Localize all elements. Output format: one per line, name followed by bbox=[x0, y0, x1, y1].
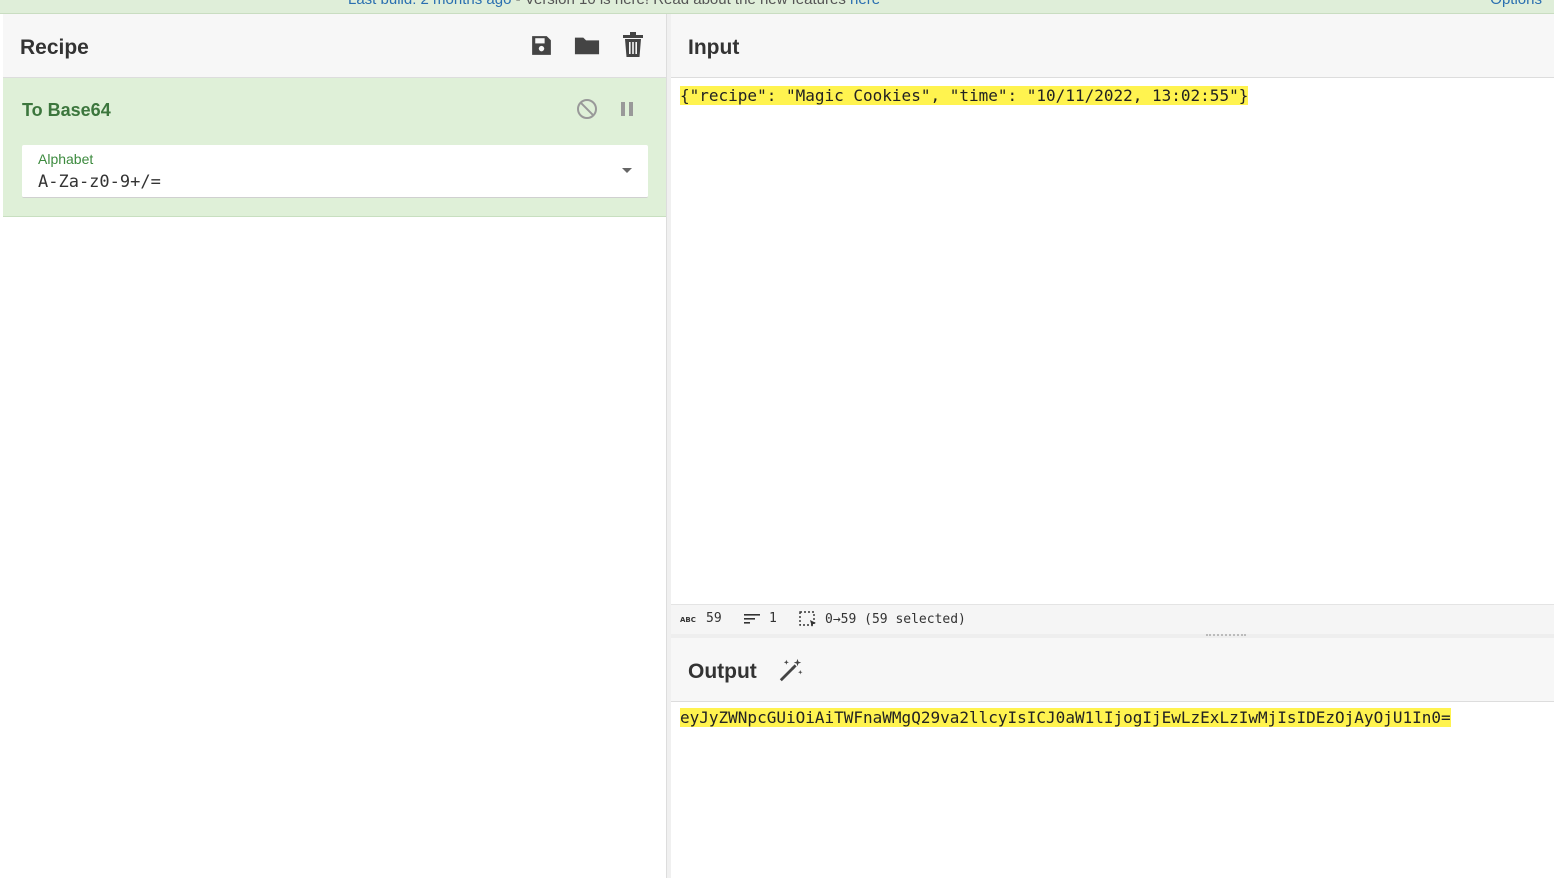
lines-icon bbox=[744, 613, 760, 624]
input-text: {"recipe": "Magic Cookies", "time": "10/… bbox=[680, 86, 1249, 105]
banner-message: Version 10 is here! Read about the new f… bbox=[525, 0, 850, 8]
input-title: Input bbox=[688, 36, 740, 59]
input-header: Input bbox=[671, 14, 1554, 78]
banner-notice: Last build: 2 months ago - Version 10 is… bbox=[348, 0, 880, 8]
build-age-link[interactable]: Last build: 2 months ago bbox=[348, 0, 511, 8]
lines-status: 1 bbox=[743, 611, 777, 626]
recipe-title: Recipe bbox=[20, 36, 89, 59]
operation-to-base64[interactable]: To Base64 Alphabet A-Za-z0-9+/= bbox=[3, 78, 666, 217]
recipe-header: Recipe bbox=[3, 14, 666, 78]
banner-here-link[interactable]: here bbox=[850, 0, 880, 8]
selection-value: 0→59 (59 selected) bbox=[825, 611, 966, 627]
abc-icon: ABC bbox=[680, 616, 696, 624]
alphabet-label: Alphabet bbox=[38, 151, 94, 167]
magic-wand-icon[interactable] bbox=[778, 657, 804, 683]
recipe-actions bbox=[528, 32, 646, 58]
trash-icon[interactable] bbox=[620, 32, 646, 58]
output-title: Output bbox=[688, 660, 757, 683]
pause-icon[interactable] bbox=[614, 96, 640, 122]
output-text: eyJyZWNpcGUiOiAiTWFnaWMgQ29va2llcyIsICJ0… bbox=[680, 708, 1451, 727]
options-link[interactable]: Options bbox=[1490, 0, 1542, 8]
folder-icon[interactable] bbox=[574, 32, 600, 58]
length-value: 59 bbox=[706, 611, 722, 626]
output-pane: Output eyJyZWNpcGUiOiAiTWFnaWMgQ29va2llc… bbox=[671, 638, 1554, 878]
alphabet-value: A-Za-z0-9+/= bbox=[38, 172, 161, 192]
output-header: Output bbox=[671, 638, 1554, 702]
disable-icon[interactable] bbox=[574, 96, 600, 122]
alphabet-select[interactable]: Alphabet A-Za-z0-9+/= bbox=[22, 145, 648, 198]
output-textarea[interactable]: eyJyZWNpcGUiOiAiTWFnaWMgQ29va2llcyIsICJ0… bbox=[680, 708, 1451, 727]
recipe-pane: Recipe To Base64 Alphabet A-Za-z0-9+/= bbox=[3, 14, 667, 878]
length-status: ABC 59 bbox=[680, 611, 722, 626]
save-icon[interactable] bbox=[528, 32, 554, 58]
input-textarea[interactable]: {"recipe": "Magic Cookies", "time": "10/… bbox=[680, 86, 1249, 105]
operation-name: To Base64 bbox=[22, 100, 111, 120]
selection-icon bbox=[799, 611, 816, 627]
top-banner: Last build: 2 months ago - Version 10 is… bbox=[0, 0, 1554, 14]
input-pane: Input {"recipe": "Magic Cookies", "time"… bbox=[671, 14, 1554, 635]
chevron-down-icon bbox=[622, 168, 632, 173]
selection-status: 0→59 (59 selected) bbox=[799, 611, 966, 627]
operation-controls bbox=[574, 96, 640, 122]
input-status-bar: ABC 59 1 0→59 (59 selected) bbox=[671, 604, 1554, 635]
lines-value: 1 bbox=[769, 611, 777, 626]
banner-separator: - bbox=[511, 0, 524, 8]
svg-text:ABC: ABC bbox=[680, 616, 696, 624]
